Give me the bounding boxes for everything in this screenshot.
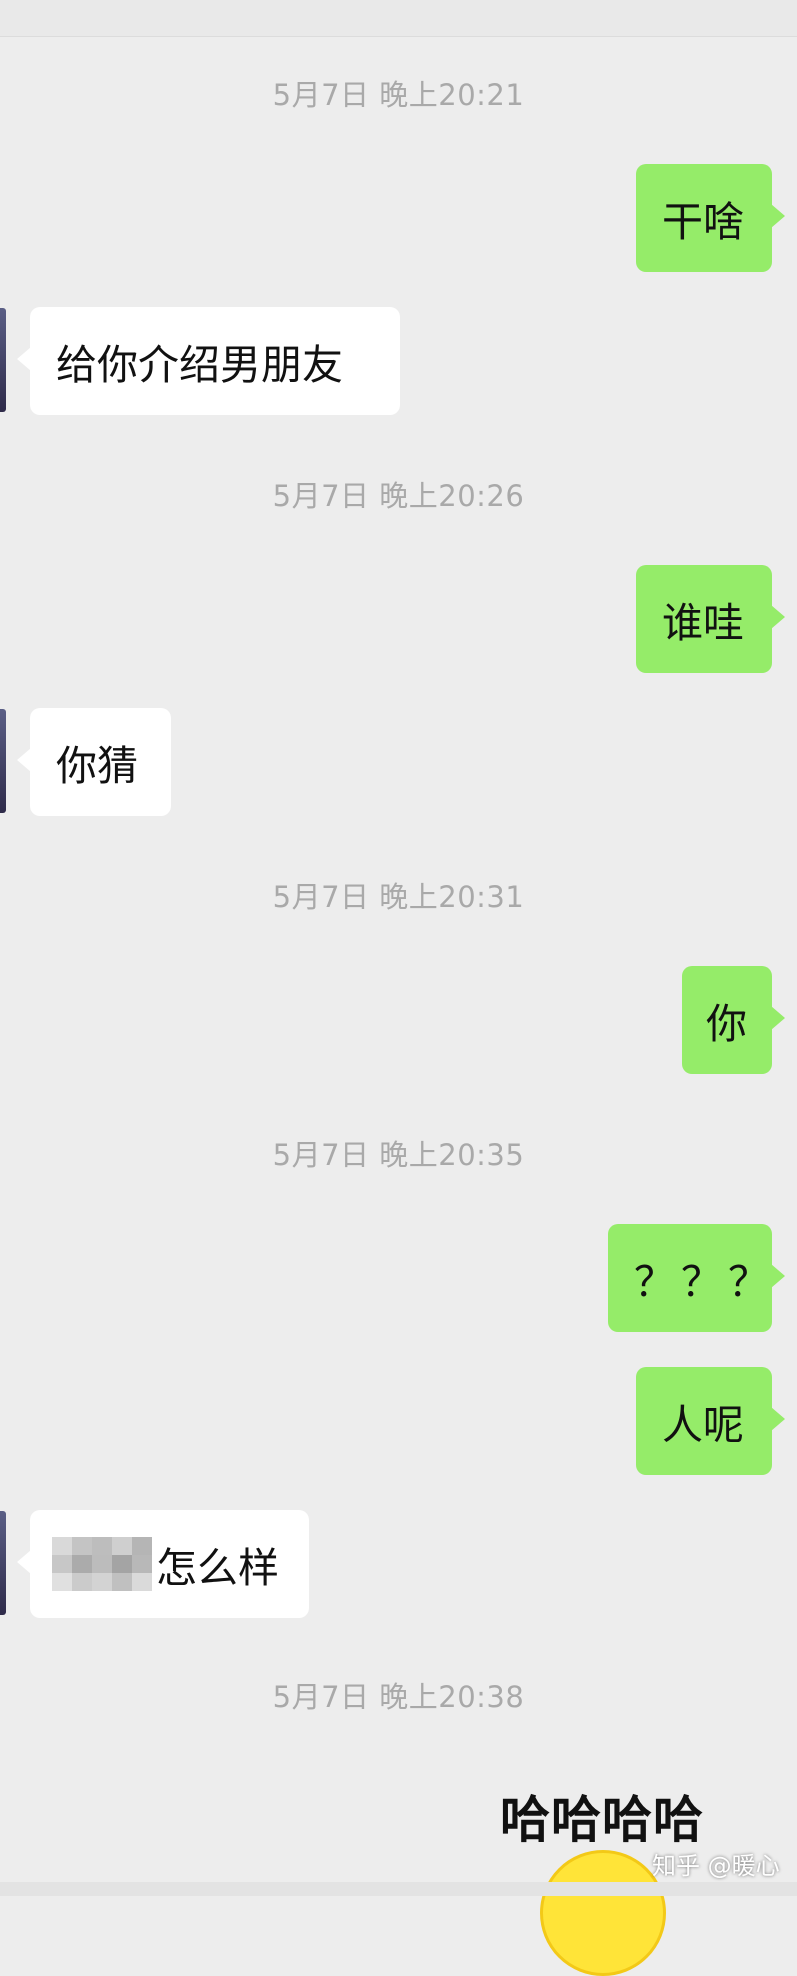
message-text: 怎么样	[156, 1544, 279, 1592]
timestamp: 5月7日 晚上20:31	[272, 880, 525, 914]
timestamp: 5月7日 晚上20:38	[272, 1680, 525, 1714]
timestamp: 5月7日 晚上20:26	[272, 479, 525, 513]
message-bubble-sent[interactable]: 谁哇	[636, 565, 785, 673]
message-bubble-sent[interactable]: 干啥	[636, 164, 785, 272]
message-text: ？？？	[634, 1258, 775, 1306]
sticker-caption: 哈哈哈哈	[500, 1791, 704, 1849]
watermark: 知乎 @暖心	[652, 1852, 780, 1880]
message-bubble-received[interactable]: 怎么样	[17, 1510, 309, 1618]
emoji-sticker-face[interactable]	[540, 1850, 666, 1976]
input-bar-edge	[0, 1882, 797, 1896]
message-text: 谁哇	[662, 599, 744, 647]
message-text: 你	[706, 1000, 747, 1048]
message-text: 给你介绍男朋友	[56, 341, 343, 389]
message-bubble-received[interactable]: 你猜	[17, 708, 171, 816]
message-bubble-received[interactable]: 给你介绍男朋友	[17, 307, 400, 415]
blurred-name-mosaic	[52, 1537, 152, 1591]
contact-avatar[interactable]	[0, 1511, 6, 1615]
top-bar-edge	[0, 0, 797, 37]
message-text: 干啥	[662, 198, 744, 246]
message-bubble-sent[interactable]: 人呢	[636, 1367, 785, 1475]
timestamp: 5月7日 晚上20:35	[272, 1138, 525, 1172]
contact-avatar[interactable]	[0, 308, 6, 412]
message-bubble-sent[interactable]: 你	[682, 966, 785, 1074]
message-text: 人呢	[662, 1401, 744, 1449]
contact-avatar[interactable]	[0, 709, 6, 813]
message-text: 你猜	[56, 742, 138, 790]
timestamp: 5月7日 晚上20:21	[272, 78, 525, 112]
message-bubble-sent[interactable]: ？？？	[608, 1224, 785, 1332]
